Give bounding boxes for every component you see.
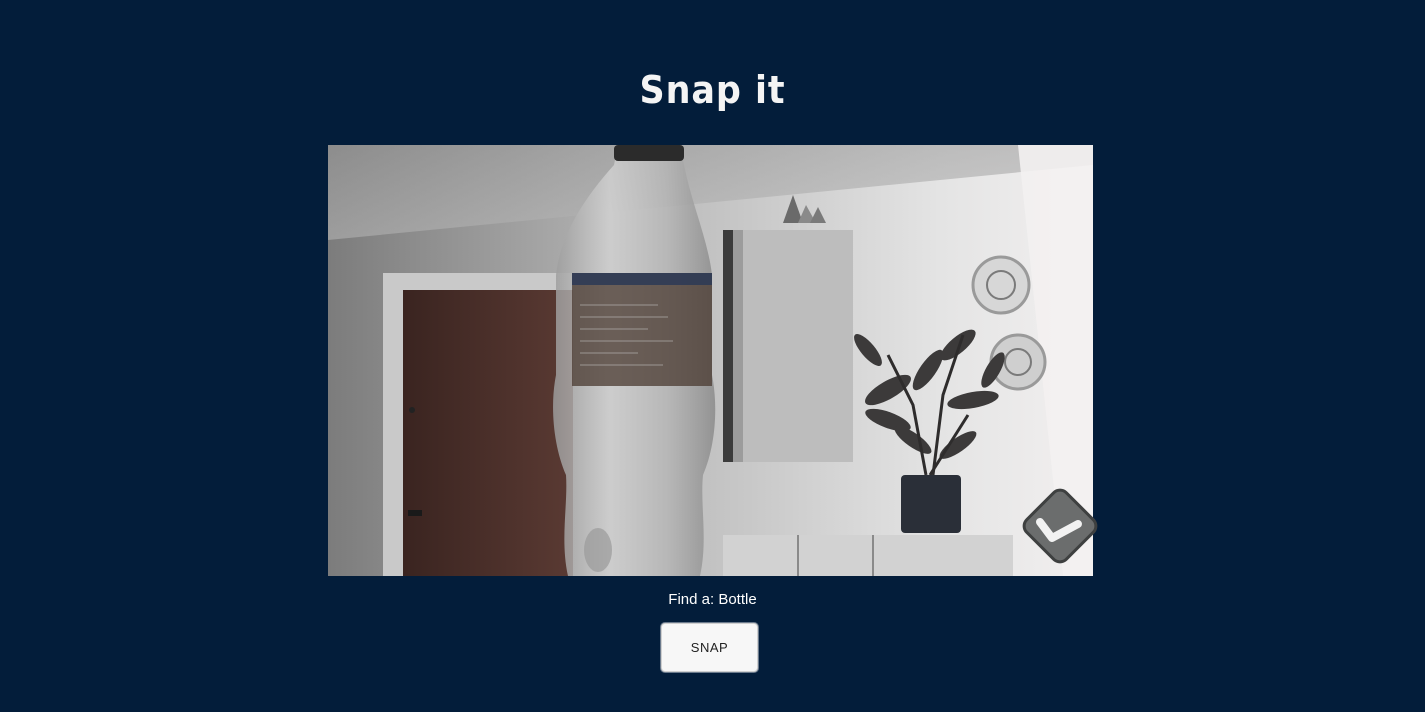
app-title: Snap it: [639, 68, 786, 112]
camera-feed: [328, 145, 1093, 576]
challenge-prompt: Find a: Bottle: [0, 590, 1425, 610]
challenge-prefix: Find a:: [668, 591, 715, 608]
challenge-target: Bottle: [718, 591, 757, 608]
checkmark-badge-icon: [1018, 484, 1102, 568]
snap-button[interactable]: SNAP: [661, 623, 758, 672]
